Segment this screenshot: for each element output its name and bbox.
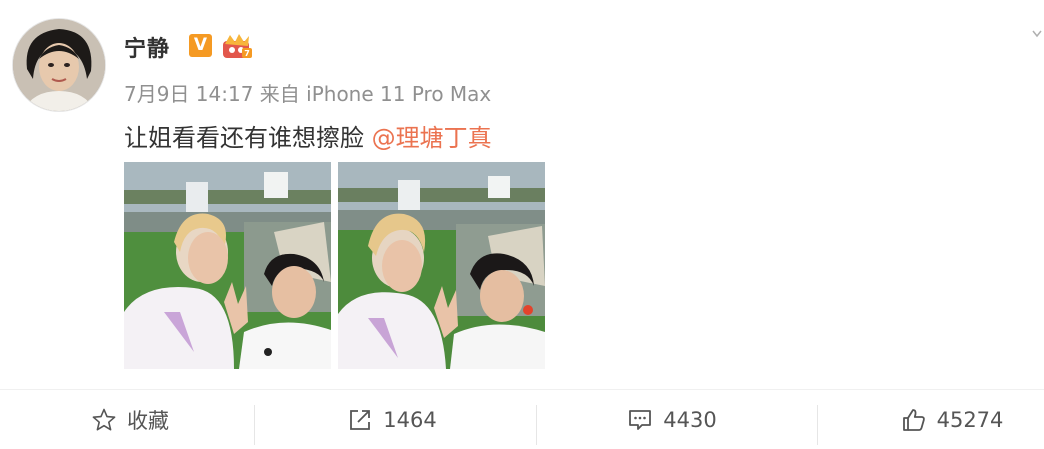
action-bar: 收藏 1464 4430 45274 [0,390,1044,449]
post-text-body: 让姐看看还有谁想擦脸 [124,124,372,152]
favorite-button[interactable]: 收藏 [0,390,260,449]
action-separator [817,405,818,445]
mention-link[interactable]: @理塘丁真 [372,124,492,152]
post-text: 让姐看看还有谁想擦脸 @理塘丁真 [124,118,492,153]
thumbs-up-icon [902,408,925,431]
verified-badge-icon[interactable]: V [189,34,212,57]
comment-icon [629,409,652,430]
comment-count: 4430 [663,407,717,432]
like-button[interactable]: 45274 [822,390,1044,449]
action-separator [254,405,255,445]
favorite-label: 收藏 [127,408,169,433]
weibo-post-card: 宁静 V 7 7月9日 14:17 来自 iPhone 11 Pro Max 让… [0,0,1044,449]
selfie-photo [124,162,331,369]
chevron-down-icon[interactable] [1032,28,1042,40]
action-separator [536,405,537,445]
crown-badge-icon[interactable]: 7 [220,32,254,60]
comment-button[interactable]: 4430 [542,390,802,449]
selfie-photo [338,162,545,369]
star-icon [92,408,116,430]
avatar-image [13,19,105,111]
svg-text:7: 7 [244,49,250,58]
post-meta: 7月9日 14:17 来自 iPhone 11 Pro Max [124,82,492,106]
like-count: 45274 [936,407,1004,432]
post-image-2[interactable] [338,162,545,369]
post-image-1[interactable] [124,162,331,369]
repost-count: 1464 [383,407,437,432]
avatar[interactable] [12,18,106,112]
repost-button[interactable]: 1464 [262,390,522,449]
username[interactable]: 宁静 [124,31,170,63]
share-icon [350,409,371,430]
